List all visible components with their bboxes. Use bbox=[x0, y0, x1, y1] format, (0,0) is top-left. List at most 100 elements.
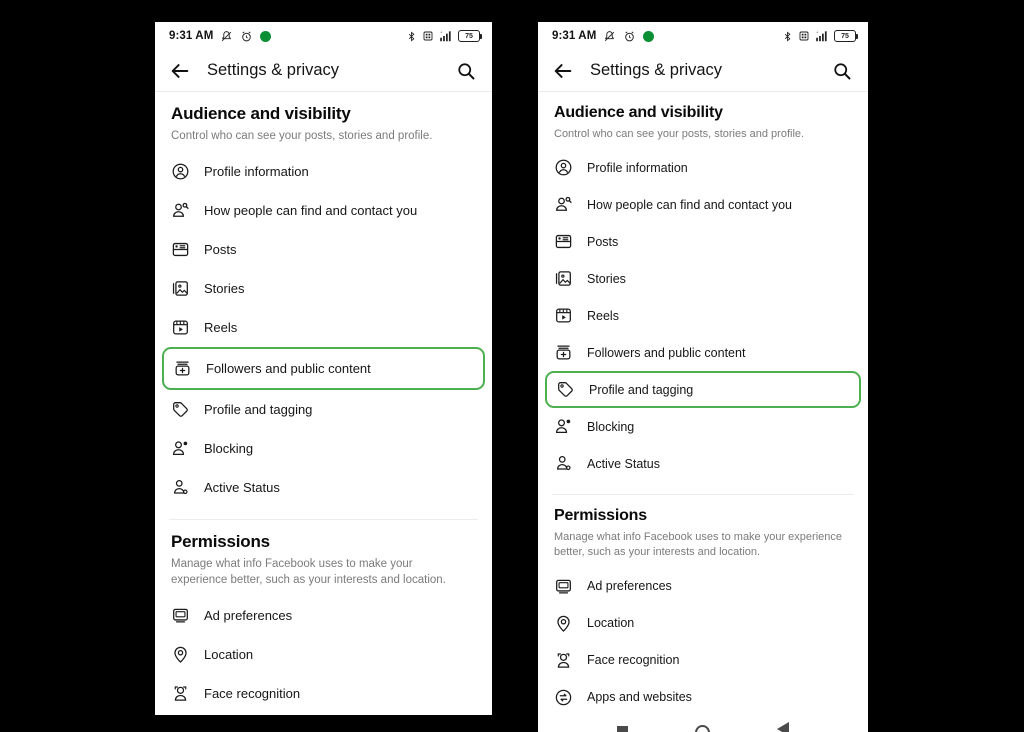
reels-play-icon bbox=[552, 305, 574, 327]
list-item-label: Active Status bbox=[587, 456, 660, 471]
list-item-profile-information[interactable]: Profile information bbox=[155, 152, 492, 191]
section-header: Permissions Manage what info Facebook us… bbox=[538, 495, 868, 560]
list-item-label: Active Status bbox=[204, 479, 280, 495]
list-item-how-people-can-find-you[interactable]: How people can find and contact you bbox=[155, 191, 492, 230]
list-item-profile-information[interactable]: Profile information bbox=[538, 149, 868, 186]
list-item-label: Blocking bbox=[587, 419, 635, 434]
list-item-ad-preferences[interactable]: Ad preferences bbox=[155, 596, 492, 635]
list-item-label: Location bbox=[587, 616, 635, 631]
section-subtitle: Manage what info Facebook uses to make y… bbox=[554, 531, 842, 559]
status-bar-right: + 75 bbox=[782, 30, 859, 43]
list-item-posts[interactable]: Posts bbox=[155, 230, 492, 269]
phone-screen-before: 9:31 AM + 75 Settings & privacy Audience… bbox=[155, 22, 492, 715]
permissions-items: Ad preferences Location bbox=[155, 589, 492, 715]
recents-square-icon[interactable] bbox=[617, 726, 629, 732]
list-item-apps-and-websites[interactable]: Apps and websites bbox=[155, 713, 492, 715]
battery-percent: 75 bbox=[841, 32, 849, 40]
list-item-label: Profile and tagging bbox=[589, 382, 694, 397]
section-subtitle: Manage what info Facebook uses to make y… bbox=[171, 557, 446, 586]
list-item-blocking[interactable]: Blocking bbox=[155, 429, 492, 468]
settings-list: Audience and visibility Control who can … bbox=[538, 92, 868, 716]
status-bar: 9:31 AM + 75 bbox=[538, 22, 868, 50]
status-bar-left: 9:31 AM bbox=[169, 30, 272, 43]
list-item-face-recognition[interactable]: Face recognition bbox=[155, 674, 492, 713]
back-arrow-icon[interactable] bbox=[169, 60, 191, 82]
list-item-reels[interactable]: Reels bbox=[538, 297, 868, 334]
list-item-stories[interactable]: Stories bbox=[538, 260, 868, 297]
profile-circle-icon bbox=[169, 160, 191, 182]
stories-photo-icon bbox=[169, 277, 191, 299]
list-item-label: How people can find and contact you bbox=[204, 202, 418, 218]
person-search-icon bbox=[169, 199, 191, 221]
list-item-blocking[interactable]: Blocking bbox=[538, 408, 868, 445]
app-bar: Settings & privacy bbox=[538, 50, 868, 92]
tag-icon bbox=[169, 398, 191, 420]
status-bar-right: + 75 bbox=[406, 30, 483, 43]
ad-monitor-icon bbox=[552, 575, 574, 597]
list-item-label: Stories bbox=[204, 280, 245, 296]
list-item-label: Reels bbox=[204, 319, 238, 335]
list-item-ad-preferences[interactable]: Ad preferences bbox=[538, 568, 868, 605]
back-triangle-icon[interactable] bbox=[776, 722, 789, 732]
bluetooth-icon bbox=[784, 30, 791, 42]
page-title: Settings & privacy bbox=[590, 61, 723, 79]
location-pin-icon bbox=[552, 612, 574, 634]
back-arrow-icon[interactable] bbox=[552, 60, 574, 82]
list-item-followers-and-public-content[interactable]: Followers and public content bbox=[162, 346, 485, 390]
bluetooth-icon bbox=[408, 30, 415, 42]
app-bar: Settings & privacy bbox=[155, 50, 492, 92]
list-item-label: Posts bbox=[587, 234, 619, 249]
section-subtitle: Control who can see your posts, stories … bbox=[554, 128, 805, 140]
list-item-face-recognition[interactable]: Face recognition bbox=[538, 642, 868, 679]
section-title: Audience and visibility bbox=[171, 104, 351, 123]
list-item-label: Followers and public content bbox=[587, 345, 746, 360]
list-item-followers-and-public-content[interactable]: Followers and public content bbox=[538, 334, 868, 371]
list-item-profile-and-tagging[interactable]: Profile and tagging bbox=[155, 390, 492, 429]
section-title: Audience and visibility bbox=[554, 104, 723, 121]
status-time: 9:31 AM bbox=[169, 30, 214, 42]
list-item-location[interactable]: Location bbox=[538, 605, 868, 642]
status-bar: 9:31 AM + 75 bbox=[155, 22, 492, 50]
list-item-label: Face recognition bbox=[204, 685, 301, 701]
audience-items: Profile information How people can find … bbox=[155, 145, 492, 507]
list-item-posts[interactable]: Posts bbox=[538, 223, 868, 260]
section-header: Audience and visibility Control who can … bbox=[538, 92, 868, 142]
search-icon[interactable] bbox=[832, 61, 852, 81]
silent-mode-icon bbox=[222, 30, 232, 41]
section-audience-and-visibility: Audience and visibility Control who can … bbox=[155, 92, 492, 507]
posts-card-icon bbox=[552, 231, 574, 253]
green-dot-indicator bbox=[260, 30, 272, 42]
battery-percent: 75 bbox=[465, 32, 473, 40]
reels-play-icon bbox=[169, 316, 191, 338]
list-item-label: Posts bbox=[204, 241, 237, 257]
alarm-icon bbox=[242, 30, 252, 41]
signal-bars-icon: + bbox=[440, 31, 451, 42]
list-item-stories[interactable]: Stories bbox=[155, 269, 492, 308]
list-item-profile-and-tagging[interactable]: Profile and tagging bbox=[545, 371, 861, 409]
status-time: 9:31 AM bbox=[552, 30, 597, 42]
apps-websites-sync-icon bbox=[552, 686, 574, 708]
svg-text:+: + bbox=[440, 31, 442, 35]
section-title: Permissions bbox=[171, 531, 270, 551]
location-pin-icon bbox=[169, 643, 191, 665]
settings-list: Audience and visibility Control who can … bbox=[155, 92, 492, 715]
list-item-how-people-can-find-you[interactable]: How people can find and contact you bbox=[538, 186, 868, 223]
list-item-active-status[interactable]: Active Status bbox=[155, 468, 492, 507]
section-subtitle: Control who can see your posts, stories … bbox=[171, 130, 433, 142]
search-icon[interactable] bbox=[456, 61, 476, 81]
list-item-active-status[interactable]: Active Status bbox=[538, 445, 868, 482]
list-item-reels[interactable]: Reels bbox=[155, 308, 492, 347]
list-item-label: Reels bbox=[587, 308, 619, 323]
signal-bars-icon: + bbox=[816, 31, 827, 42]
list-item-location[interactable]: Location bbox=[155, 635, 492, 674]
home-circle-icon[interactable] bbox=[694, 725, 710, 732]
list-item-label: Face recognition bbox=[587, 653, 680, 668]
list-item-label: Followers and public content bbox=[206, 360, 371, 376]
section-permissions: Permissions Manage what info Facebook us… bbox=[155, 520, 492, 715]
active-status-person-icon bbox=[169, 476, 191, 498]
section-header: Audience and visibility Control who can … bbox=[155, 92, 492, 145]
posts-card-icon bbox=[169, 238, 191, 260]
vibrate-icon bbox=[423, 31, 433, 41]
section-header: Permissions Manage what info Facebook us… bbox=[155, 520, 492, 589]
blocking-person-icon bbox=[552, 416, 574, 438]
